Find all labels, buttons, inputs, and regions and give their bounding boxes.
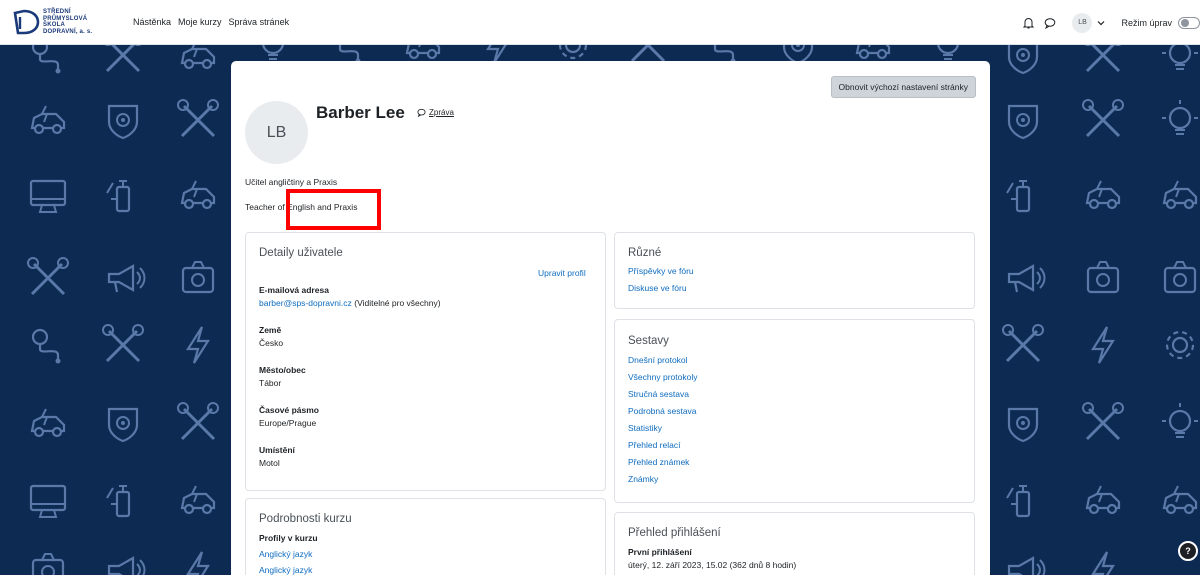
report-link-grades-overview[interactable]: Přehled známek: [628, 457, 697, 467]
report-link-statistics[interactable]: Statistiky: [628, 423, 697, 433]
user-details-title: Detaily uživatele: [259, 247, 343, 259]
edit-mode-toggle[interactable]: [1178, 16, 1200, 29]
profile-name: Barber Lee: [316, 103, 405, 122]
course-link[interactable]: Anglický jazyk: [259, 565, 318, 575]
user-details-list: E-mailová adresa barber@sps-dopravni.cz …: [259, 285, 441, 468]
course-link[interactable]: Anglický jazyk: [259, 549, 318, 559]
school-logo[interactable]: STŘEDNÍ PRŮMYSLOVÁ ŠKOLA DOPRAVNÍ, a. s.: [12, 4, 113, 40]
user-avatar[interactable]: LB: [1072, 12, 1093, 33]
country-label: Země: [259, 325, 282, 335]
reset-page-button[interactable]: Obnovit výchozí nastavení stránky: [830, 76, 976, 98]
location-value: Motol: [259, 458, 280, 468]
login-activity-title: Přehled přihlášení: [628, 527, 721, 539]
report-link-outline[interactable]: Stručná sestava: [628, 389, 697, 399]
logo-text: STŘEDNÍ PRŮMYSLOVÁ ŠKOLA DOPRAVNÍ, a. s.: [43, 9, 113, 35]
chat-icon[interactable]: [1042, 15, 1058, 31]
timezone-label: Časové pásmo: [259, 405, 319, 415]
misc-card: Různé Příspěvky ve fóru Diskuse ve fóru: [614, 232, 975, 309]
help-button[interactable]: ?: [1178, 541, 1198, 561]
nav-site-admin[interactable]: Správa stránek: [229, 17, 290, 27]
forum-discussions-link[interactable]: Diskuse ve fóru: [628, 283, 694, 293]
email-visibility-note: (Viditelné pro všechny): [354, 298, 441, 308]
login-activity-list: První přihlášení úterý, 12. září 2023, 1…: [628, 547, 796, 570]
location-label: Umístění: [259, 445, 295, 455]
edit-mode-label: Režim úprav: [1121, 17, 1172, 28]
logo-mark-icon: [13, 9, 40, 35]
forum-posts-link[interactable]: Příspěvky ve fóru: [628, 266, 694, 276]
report-link-grades[interactable]: Známky: [628, 474, 697, 484]
profile-description-cs: Učitel angličtiny a Praxis: [245, 177, 338, 187]
bell-icon[interactable]: [1020, 15, 1036, 31]
misc-title: Různé: [628, 247, 662, 259]
login-activity-card: Přehled přihlášení První přihlášení úter…: [614, 512, 975, 575]
country-value: Česko: [259, 338, 284, 348]
report-link-today-log[interactable]: Dnešní protokol: [628, 355, 697, 365]
misc-links: Příspěvky ve fóru Diskuse ve fóru: [628, 266, 694, 293]
edit-profile-link[interactable]: Upravit profil: [538, 268, 586, 278]
reports-title: Sestavy: [628, 335, 669, 347]
timezone-value: Europe/Prague: [259, 418, 317, 428]
email-row: barber@sps-dopravni.cz (Viditelné pro vš…: [259, 298, 441, 308]
reports-card: Sestavy Dnešní protokol Všechny protokol…: [614, 319, 975, 503]
user-nav: LB Režim úprav: [1020, 0, 1200, 45]
first-login-label: První přihlášení: [628, 547, 692, 557]
profile-avatar: LB: [245, 101, 308, 164]
course-profiles-list: Profily v kurzu Anglický jazyk Anglický …: [259, 533, 318, 575]
course-profiles-label: Profily v kurzu: [259, 533, 318, 543]
email-label: E-mailová adresa: [259, 285, 329, 295]
report-link-complete[interactable]: Podrobná sestava: [628, 406, 697, 416]
nav-dashboard[interactable]: Nástěnka: [133, 17, 171, 27]
logo-line: DOPRAVNÍ, a. s.: [43, 28, 93, 35]
city-value: Tábor: [259, 378, 282, 388]
primary-nav: Nástěnka Moje kurzy Správa stránek: [133, 17, 296, 27]
city-label: Město/obec: [259, 365, 306, 375]
first-login-value: úterý, 12. září 2023, 15.02 (362 dnů 8 h…: [628, 560, 797, 570]
user-details-card: Detaily uživatele Upravit profil E-mailo…: [245, 232, 606, 491]
course-details-card: Podrobnosti kurzu Profily v kurzu Anglic…: [245, 498, 606, 575]
profile-card: Obnovit výchozí nastavení stránky LB Bar…: [231, 61, 990, 575]
edit-profile-highlight: [286, 189, 381, 230]
chevron-down-icon[interactable]: [1095, 17, 1107, 29]
top-navbar: STŘEDNÍ PRŮMYSLOVÁ ŠKOLA DOPRAVNÍ, a. s.…: [0, 0, 1200, 45]
reports-links: Dnešní protokol Všechny protokoly Stručn…: [628, 355, 697, 484]
chat-icon: [417, 108, 426, 117]
message-link[interactable]: Zpráva: [417, 108, 454, 117]
report-link-sessions[interactable]: Přehled relací: [628, 440, 697, 450]
message-link-label: Zpráva: [429, 108, 454, 117]
email-link[interactable]: barber@sps-dopravni.cz: [259, 298, 352, 308]
report-link-all-logs[interactable]: Všechny protokoly: [628, 372, 697, 382]
nav-my-courses[interactable]: Moje kurzy: [178, 17, 222, 27]
course-details-title: Podrobnosti kurzu: [259, 513, 352, 525]
